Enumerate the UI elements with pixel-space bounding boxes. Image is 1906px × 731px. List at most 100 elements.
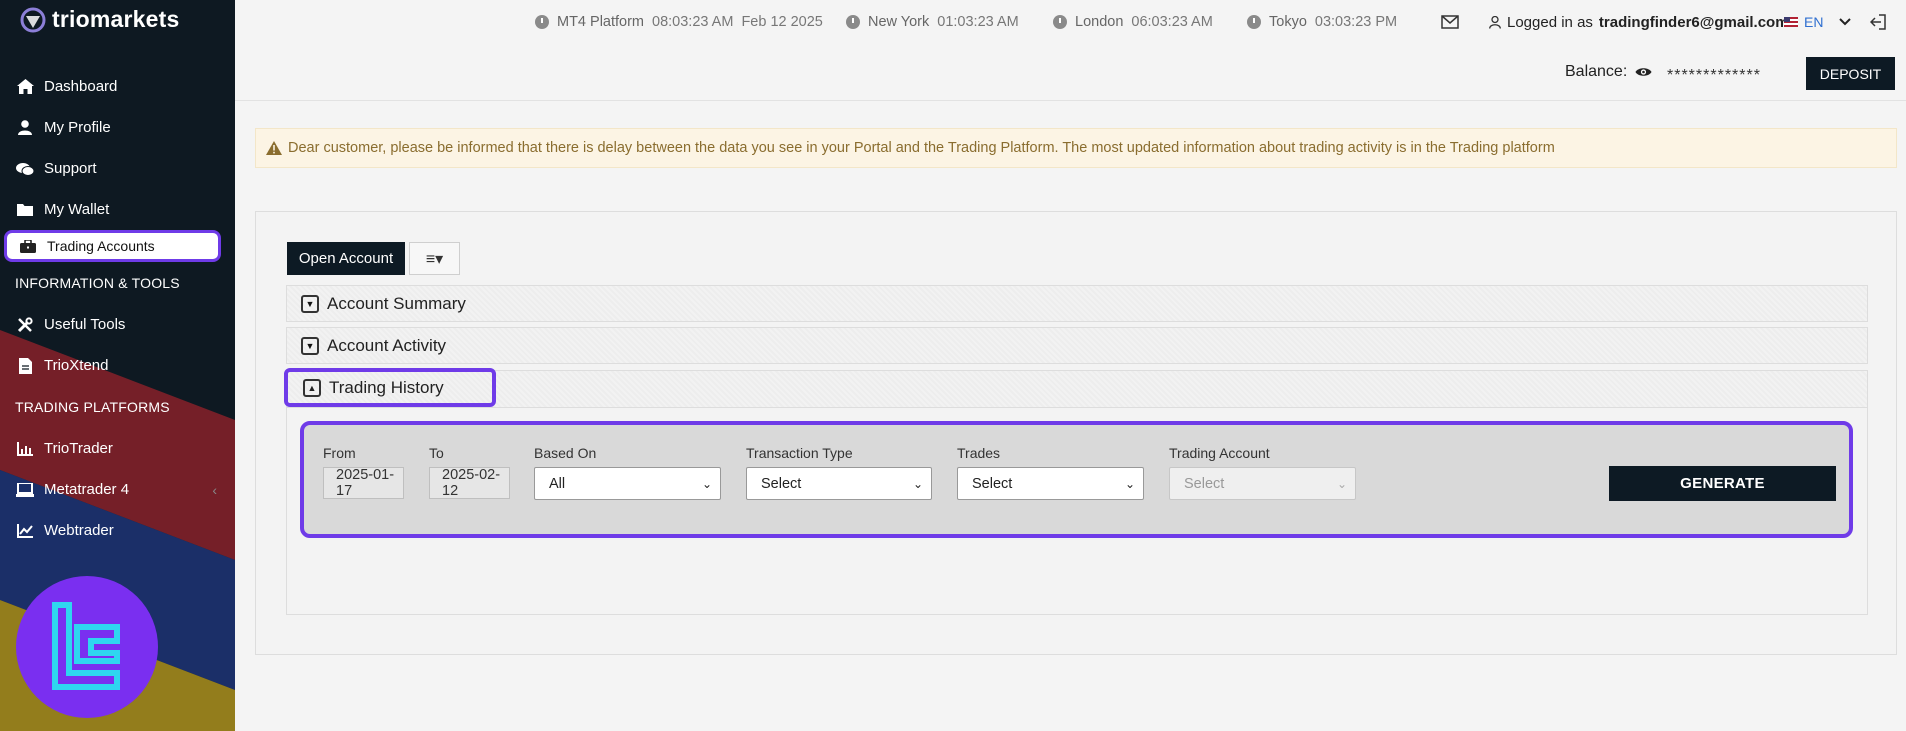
clock-label: New York — [868, 14, 930, 30]
balance-label: Balance: — [1565, 63, 1628, 80]
section-information-tools: INFORMATION & TOOLS — [15, 275, 180, 291]
clock-time: 06:03:23 AM — [1131, 14, 1213, 30]
trading-account-label: Trading Account — [1169, 445, 1270, 461]
transaction-type-select[interactable]: Select ⌄ — [746, 467, 932, 500]
hamburger-dropdown-icon: ≡▾ — [425, 250, 444, 268]
notice-text: Dear customer, please be informed that t… — [288, 140, 1555, 156]
clock-time: 03:03:23 PM — [1314, 14, 1398, 30]
list-menu-button[interactable]: ≡▾ — [409, 242, 460, 275]
chart-icon — [16, 440, 34, 458]
top-bar: MT4 Platform 08:03:23 AM Feb 12 2025 New… — [235, 0, 1906, 46]
sidebar-item-label: My Wallet — [44, 201, 110, 218]
section-trading-platforms: TRADING PLATFORMS — [15, 399, 170, 415]
chevron-left-icon[interactable]: ‹ — [212, 482, 217, 498]
sidebar-nav: Dashboard My Profile Support My Wallet T… — [0, 66, 235, 551]
logout-icon[interactable] — [1869, 14, 1886, 34]
warning-icon — [266, 141, 282, 155]
trading-history-header[interactable]: ▲ Trading History — [284, 368, 496, 407]
sidebar-item-metatrader-4[interactable]: Metatrader 4 ‹ — [0, 469, 235, 510]
tf-logo-icon — [52, 602, 120, 690]
sidebar-item-label: Trading Accounts — [47, 238, 155, 254]
sidebar-item-triotrader[interactable]: TrioTrader — [0, 428, 235, 469]
based-on-select[interactable]: All ⌄ — [534, 467, 721, 500]
accordion-account-activity[interactable]: ▼ Account Activity — [286, 327, 1868, 364]
sidebar-item-label: Dashboard — [44, 78, 118, 95]
caret-down-box-icon: ▼ — [301, 294, 319, 313]
logged-in-user[interactable]: Logged in as tradingfinder6@gmail.com — [1489, 14, 1789, 31]
clock-london: London 06:03:23 AM — [1053, 14, 1213, 30]
based-on-label: Based On — [534, 445, 597, 461]
watermark-logo — [16, 576, 158, 718]
accordion-trading-history[interactable]: ▲ Trading History — [284, 368, 1868, 408]
delay-notice: Dear customer, please be informed that t… — [255, 128, 1897, 168]
balance-label-group: Balance: — [1565, 63, 1652, 81]
clock-label: MT4 Platform — [557, 14, 645, 30]
sidebar-item-label: My Profile — [44, 119, 111, 136]
sidebar-item-trading-accounts[interactable]: Trading Accounts — [4, 230, 221, 262]
select-chevron-icon: ⌄ — [1124, 477, 1135, 491]
trading-account-select[interactable]: Select ⌄ — [1169, 467, 1356, 500]
from-date-input[interactable]: 2025-01-17 — [323, 467, 404, 499]
file-icon — [16, 357, 34, 375]
select-value: All — [549, 475, 566, 492]
select-chevron-icon: ⌄ — [1336, 477, 1347, 491]
sidebar-item-useful-tools[interactable]: Useful Tools — [0, 304, 235, 345]
sidebar-item-trioxtend[interactable]: TrioXtend — [0, 345, 235, 386]
clock-icon — [1053, 15, 1067, 29]
accordion-title: Account Summary — [327, 293, 466, 313]
open-account-button[interactable]: Open Account — [287, 242, 405, 275]
eye-icon[interactable] — [1635, 66, 1652, 78]
accordion-account-summary[interactable]: ▼ Account Summary — [286, 285, 1868, 322]
tools-icon — [16, 316, 34, 334]
clock-label: London — [1075, 14, 1124, 30]
brand-logo[interactable]: triomarkets — [20, 6, 179, 33]
briefcase-icon — [19, 237, 37, 255]
mail-icon[interactable] — [1441, 15, 1459, 33]
sidebar-item-support[interactable]: Support — [0, 148, 235, 189]
clock-icon — [1247, 15, 1261, 29]
clock-label: Tokyo — [1269, 14, 1307, 30]
sidebar-item-my-profile[interactable]: My Profile — [0, 107, 235, 148]
clock-time: 08:03:23 AM — [652, 14, 734, 30]
user-email: tradingfinder6@gmail.com — [1598, 14, 1789, 31]
clock-date: Feb 12 2025 — [741, 14, 823, 30]
caret-up-box-icon: ▲ — [303, 378, 321, 397]
laptop-icon — [16, 481, 34, 499]
home-icon — [16, 78, 34, 96]
from-label: From — [323, 445, 356, 461]
accordion-title: Trading History — [329, 377, 444, 397]
logged-in-prefix: Logged in as — [1507, 14, 1593, 31]
language-code: EN — [1804, 14, 1824, 30]
sidebar: triomarkets Dashboard My Profile Support… — [0, 0, 235, 731]
us-flag-icon — [1784, 17, 1798, 27]
caret-down-box-icon: ▼ — [301, 336, 319, 355]
sidebar-item-label: Support — [44, 160, 97, 177]
trio-logo-icon — [20, 7, 46, 32]
generate-button[interactable]: GENERATE — [1609, 466, 1836, 501]
sidebar-item-label: Metatrader 4 — [44, 481, 130, 498]
sidebar-item-label: TrioXtend — [44, 357, 109, 374]
user-icon — [16, 119, 34, 137]
trading-history-filters: From 2025-01-17 To 2025-02-12 Based On A… — [300, 421, 1853, 538]
select-chevron-icon: ⌄ — [912, 477, 923, 491]
clock-new-york: New York 01:03:23 AM — [846, 14, 1019, 30]
to-label: To — [429, 445, 444, 461]
brand-name: triomarkets — [52, 6, 180, 32]
chevron-down-icon — [1839, 18, 1852, 26]
deposit-button[interactable]: DEPOSIT — [1806, 57, 1895, 90]
to-date-input[interactable]: 2025-02-12 — [429, 467, 510, 499]
transaction-type-label: Transaction Type — [746, 445, 853, 461]
select-value: Select — [1184, 475, 1225, 492]
sidebar-item-webtrader[interactable]: Webtrader — [0, 510, 235, 551]
sidebar-item-my-wallet[interactable]: My Wallet — [0, 189, 235, 230]
user-outline-icon — [1489, 16, 1501, 29]
trades-select[interactable]: Select ⌄ — [957, 467, 1144, 500]
sidebar-item-label: Webtrader — [44, 522, 114, 539]
language-selector[interactable]: EN — [1784, 14, 1852, 30]
clock-icon — [846, 15, 860, 29]
balance-value-masked: ************* — [1667, 67, 1761, 84]
clock-tokyo: Tokyo 03:03:23 PM — [1247, 14, 1397, 30]
sidebar-item-dashboard[interactable]: Dashboard — [0, 66, 235, 107]
line-chart-icon — [16, 522, 34, 540]
sidebar-item-label: TrioTrader — [44, 440, 113, 457]
